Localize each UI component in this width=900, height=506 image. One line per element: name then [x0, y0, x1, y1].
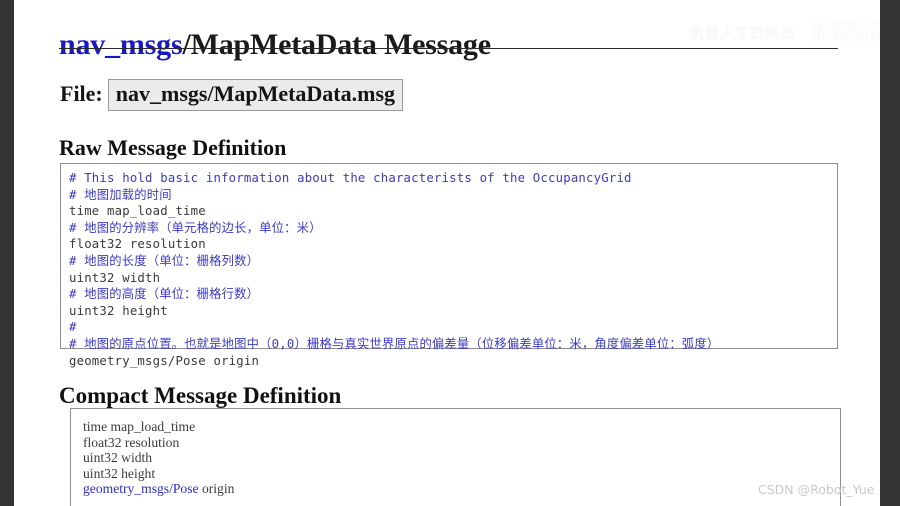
raw-definition-line: # 地图的分辨率（单元格的边长，单位：米） — [69, 220, 322, 235]
raw-definition-line: # 地图的原点位置。也就是地图中（0,0）栅格与真实世界原点的偏差量（位移偏差单… — [69, 336, 720, 351]
file-name-box: nav_msgs/MapMetaData.msg — [107, 79, 404, 111]
raw-message-definition-block: # This hold basic information about the … — [60, 163, 838, 368]
page-title-rest: /MapMetaData Message — [182, 28, 491, 62]
letterbox-right — [880, 0, 900, 506]
raw-definition-line: time map_load_time — [69, 204, 206, 219]
letterbox-left — [0, 0, 14, 506]
raw-definition-line: uint32 height — [69, 303, 168, 318]
compact-definition-line: uint32 width — [83, 450, 153, 466]
compact-definition-line: float32 resolution — [83, 434, 180, 450]
raw-definition-line: float32 resolution — [69, 237, 206, 252]
raw-definition-line: geometry_msgs/Pose origin — [69, 353, 260, 368]
bilibili-watermark: 机器人工匠阿杰 bilibili — [690, 18, 880, 48]
page-title-package: nav_msgs — [59, 28, 183, 62]
bilibili-watermark-brand: bilibili — [812, 18, 880, 46]
message-type-link[interactable]: geometry_msgs/Pose — [83, 481, 199, 496]
compact-message-definition-heading: Compact Message Definition — [59, 383, 342, 409]
compact-definition-line: geometry_msgs/Pose origin — [83, 481, 840, 497]
compact-definition-field: origin — [198, 481, 235, 497]
raw-definition-line: # — [69, 320, 77, 335]
raw-definition-line: # 地图的长度（单位：栅格列数） — [69, 253, 260, 268]
raw-definition-line: uint32 width — [69, 270, 161, 285]
compact-message-definition-block: time map_load_time float32 resolution uint… — [70, 408, 841, 506]
title-divider — [59, 48, 838, 49]
raw-definition-line: # 地图的高度（单位：栅格行数） — [69, 287, 260, 302]
compact-definition-line: uint32 height — [83, 465, 156, 481]
page-title: nav_msgs/MapMetaData Message — [59, 28, 491, 62]
compact-definition-line: time map_load_time — [83, 419, 196, 434]
raw-definition-line: # This hold basic information about the … — [69, 171, 632, 185]
raw-definition-line: # 地图加载的时间 — [69, 187, 172, 202]
file-line: File: nav_msgs/MapMetaData.msg — [60, 79, 404, 111]
file-label: File: — [60, 81, 103, 106]
bilibili-watermark-channel: 机器人工匠阿杰 — [690, 26, 795, 42]
document-page: nav_msgs/MapMetaData Message File: nav_ms… — [14, 0, 880, 506]
raw-message-definition-heading: Raw Message Definition — [59, 135, 287, 161]
